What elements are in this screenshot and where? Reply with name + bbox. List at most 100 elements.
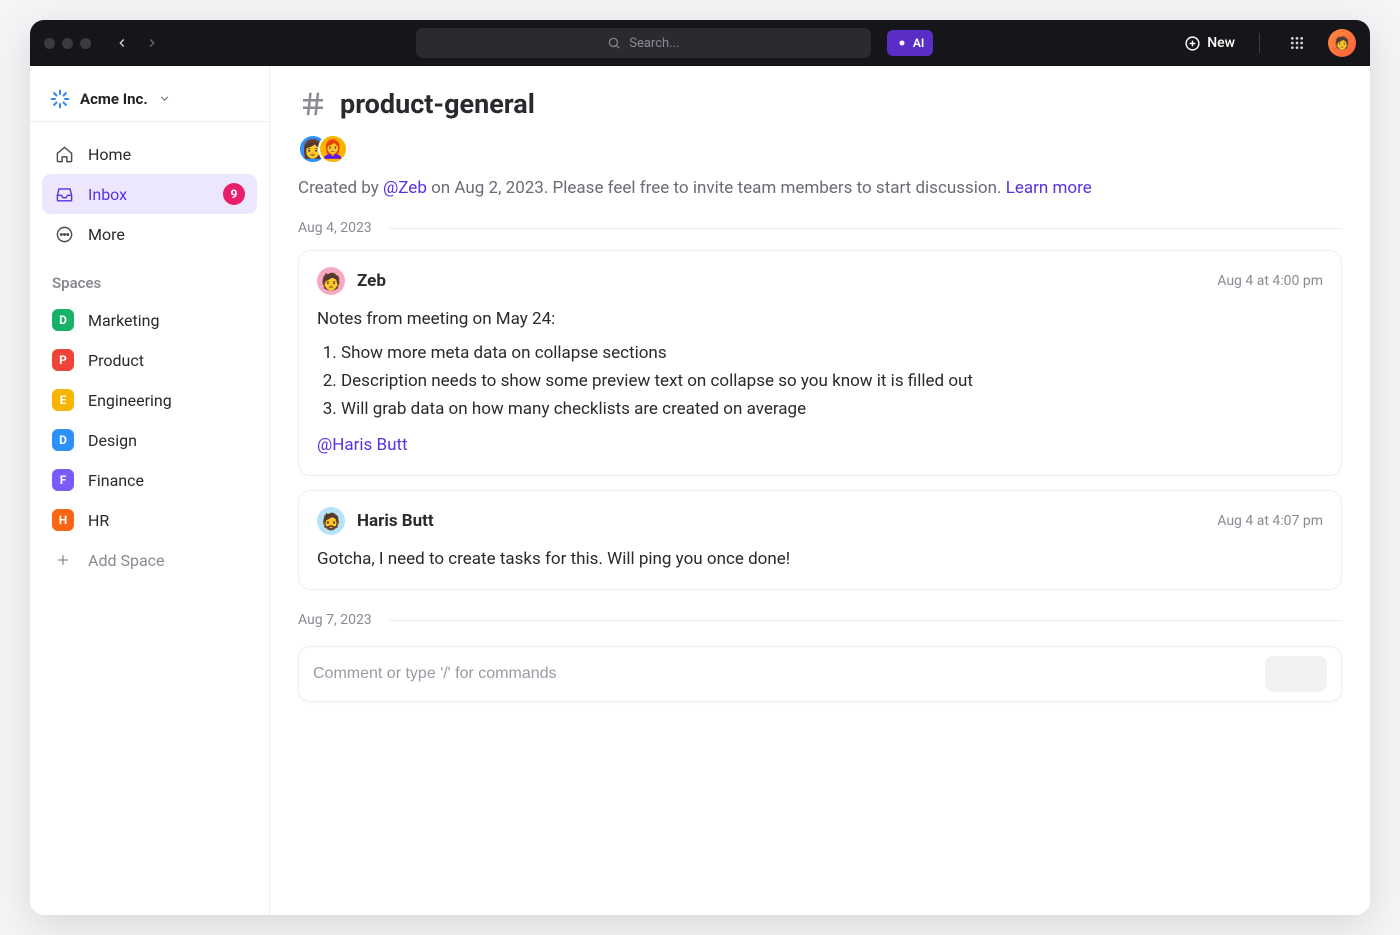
search-icon xyxy=(607,36,621,50)
comment-composer xyxy=(298,646,1342,702)
message-time: Aug 4 at 4:00 pm xyxy=(1217,273,1323,289)
nav-label: More xyxy=(88,225,125,244)
home-icon xyxy=(54,144,74,164)
user-mention[interactable]: @Haris Butt xyxy=(317,431,408,459)
divider-line xyxy=(388,228,1342,229)
sparkle-icon xyxy=(896,37,908,49)
member-avatars[interactable]: 👩👩‍🦰 xyxy=(298,134,1342,164)
message-card: 🧑 Zeb Aug 4 at 4:00 pm Notes from meetin… xyxy=(298,250,1342,476)
nav-inbox[interactable]: Inbox 9 xyxy=(42,174,257,214)
plus-circle-icon xyxy=(1184,35,1201,52)
author-avatar[interactable]: 🧔 xyxy=(317,507,345,535)
author-avatar[interactable]: 🧑 xyxy=(317,267,345,295)
topbar-separator xyxy=(1259,33,1260,53)
workspace-name: Acme Inc. xyxy=(80,90,148,108)
add-space-button[interactable]: Add Space xyxy=(30,540,269,580)
more-icon xyxy=(54,224,74,244)
main-content: product-general 👩👩‍🦰 Created by @Zeb on … xyxy=(270,66,1370,915)
plus-icon xyxy=(52,549,74,571)
message-body: Gotcha, I need to create tasks for this.… xyxy=(317,545,1323,573)
space-item[interactable]: E Engineering xyxy=(30,380,269,420)
send-button[interactable] xyxy=(1265,656,1327,692)
space-label: Design xyxy=(88,431,137,450)
workspace-switcher[interactable]: Acme Inc. xyxy=(30,76,269,122)
space-icon: E xyxy=(52,389,74,411)
ai-button[interactable]: AI xyxy=(887,30,933,56)
space-icon: H xyxy=(52,509,74,531)
traffic-light-min[interactable] xyxy=(62,38,73,49)
apps-menu-button[interactable] xyxy=(1284,30,1310,56)
titlebar: Search... AI New 🧑 xyxy=(30,20,1370,66)
traffic-light-close[interactable] xyxy=(44,38,55,49)
channel-description: Created by @Zeb on Aug 2, 2023. Please f… xyxy=(298,178,1342,198)
list-item: Will grab data on how many checklists ar… xyxy=(341,395,1323,423)
space-item[interactable]: D Marketing xyxy=(30,300,269,340)
spaces-heading: Spaces xyxy=(30,258,269,300)
channel-title: product-general xyxy=(340,88,535,120)
message-list: Show more meta data on collapse sections… xyxy=(317,339,1323,423)
message-text: Gotcha, I need to create tasks for this.… xyxy=(317,545,1323,573)
comment-input[interactable] xyxy=(313,665,1255,683)
grid-icon xyxy=(1289,35,1305,51)
desc-mid: on Aug 2, 2023. Please feel free to invi… xyxy=(427,178,1006,198)
author-name: Zeb xyxy=(357,271,386,291)
chevron-down-icon xyxy=(158,92,171,105)
date-divider: Aug 4, 2023 xyxy=(298,220,1342,236)
nav-more[interactable]: More xyxy=(42,214,257,254)
space-item[interactable]: H HR xyxy=(30,500,269,540)
history-nav xyxy=(109,30,165,56)
list-item: Description needs to show some preview t… xyxy=(341,367,1323,395)
message-body: Notes from meeting on May 24: Show more … xyxy=(317,305,1323,459)
divider-line xyxy=(388,620,1342,621)
ai-label: AI xyxy=(913,36,924,50)
space-icon: D xyxy=(52,309,74,331)
desc-prefix: Created by xyxy=(298,178,383,198)
message-header: 🧑 Zeb Aug 4 at 4:00 pm xyxy=(317,267,1323,295)
space-icon: P xyxy=(52,349,74,371)
spaces-list: D Marketing P Product E Engineering D Design F Fi… xyxy=(30,300,269,540)
list-item: Show more meta data on collapse sections xyxy=(341,339,1323,367)
space-item[interactable]: P Product xyxy=(30,340,269,380)
new-button[interactable]: New xyxy=(1184,35,1235,52)
workspace-logo-icon xyxy=(50,89,70,109)
message-time: Aug 4 at 4:07 pm xyxy=(1217,513,1323,529)
app-window: Search... AI New 🧑 Acme Inc. xyxy=(30,20,1370,915)
space-label: Engineering xyxy=(88,391,172,410)
global-search[interactable]: Search... xyxy=(416,28,871,58)
new-label: New xyxy=(1207,35,1235,51)
primary-nav: Home Inbox 9 More xyxy=(30,130,269,258)
message-card: 🧔 Haris Butt Aug 4 at 4:07 pm Gotcha, I … xyxy=(298,490,1342,590)
channel-header: product-general xyxy=(298,88,1342,120)
space-item[interactable]: D Design xyxy=(30,420,269,460)
hash-icon xyxy=(298,89,328,119)
traffic-light-max[interactable] xyxy=(80,38,91,49)
member-avatar[interactable]: 👩‍🦰 xyxy=(318,134,348,164)
inbox-icon xyxy=(54,184,74,204)
message-header: 🧔 Haris Butt Aug 4 at 4:07 pm xyxy=(317,507,1323,535)
nav-label: Inbox xyxy=(88,185,127,204)
space-label: HR xyxy=(88,511,109,530)
space-label: Finance xyxy=(88,471,144,490)
learn-more-link[interactable]: Learn more xyxy=(1006,178,1092,198)
window-controls xyxy=(44,38,91,49)
space-icon: D xyxy=(52,429,74,451)
message-intro: Notes from meeting on May 24: xyxy=(317,305,1323,333)
nav-back-button[interactable] xyxy=(109,30,135,56)
inbox-badge: 9 xyxy=(223,183,245,205)
space-label: Marketing xyxy=(88,311,159,330)
space-label: Product xyxy=(88,351,144,370)
add-space-label: Add Space xyxy=(88,551,165,570)
date-divider: Aug 7, 2023 xyxy=(298,612,1342,628)
space-item[interactable]: F Finance xyxy=(30,460,269,500)
app-body: Acme Inc. Home Inbox 9 xyxy=(30,66,1370,915)
date-label: Aug 7, 2023 xyxy=(298,612,372,628)
creator-mention[interactable]: @Zeb xyxy=(383,178,427,198)
nav-label: Home xyxy=(88,145,131,164)
space-icon: F xyxy=(52,469,74,491)
current-user-avatar[interactable]: 🧑 xyxy=(1328,29,1356,57)
sidebar: Acme Inc. Home Inbox 9 xyxy=(30,66,270,915)
nav-home[interactable]: Home xyxy=(42,134,257,174)
author-name: Haris Butt xyxy=(357,511,434,531)
nav-forward-button[interactable] xyxy=(139,30,165,56)
search-placeholder: Search... xyxy=(629,36,679,51)
